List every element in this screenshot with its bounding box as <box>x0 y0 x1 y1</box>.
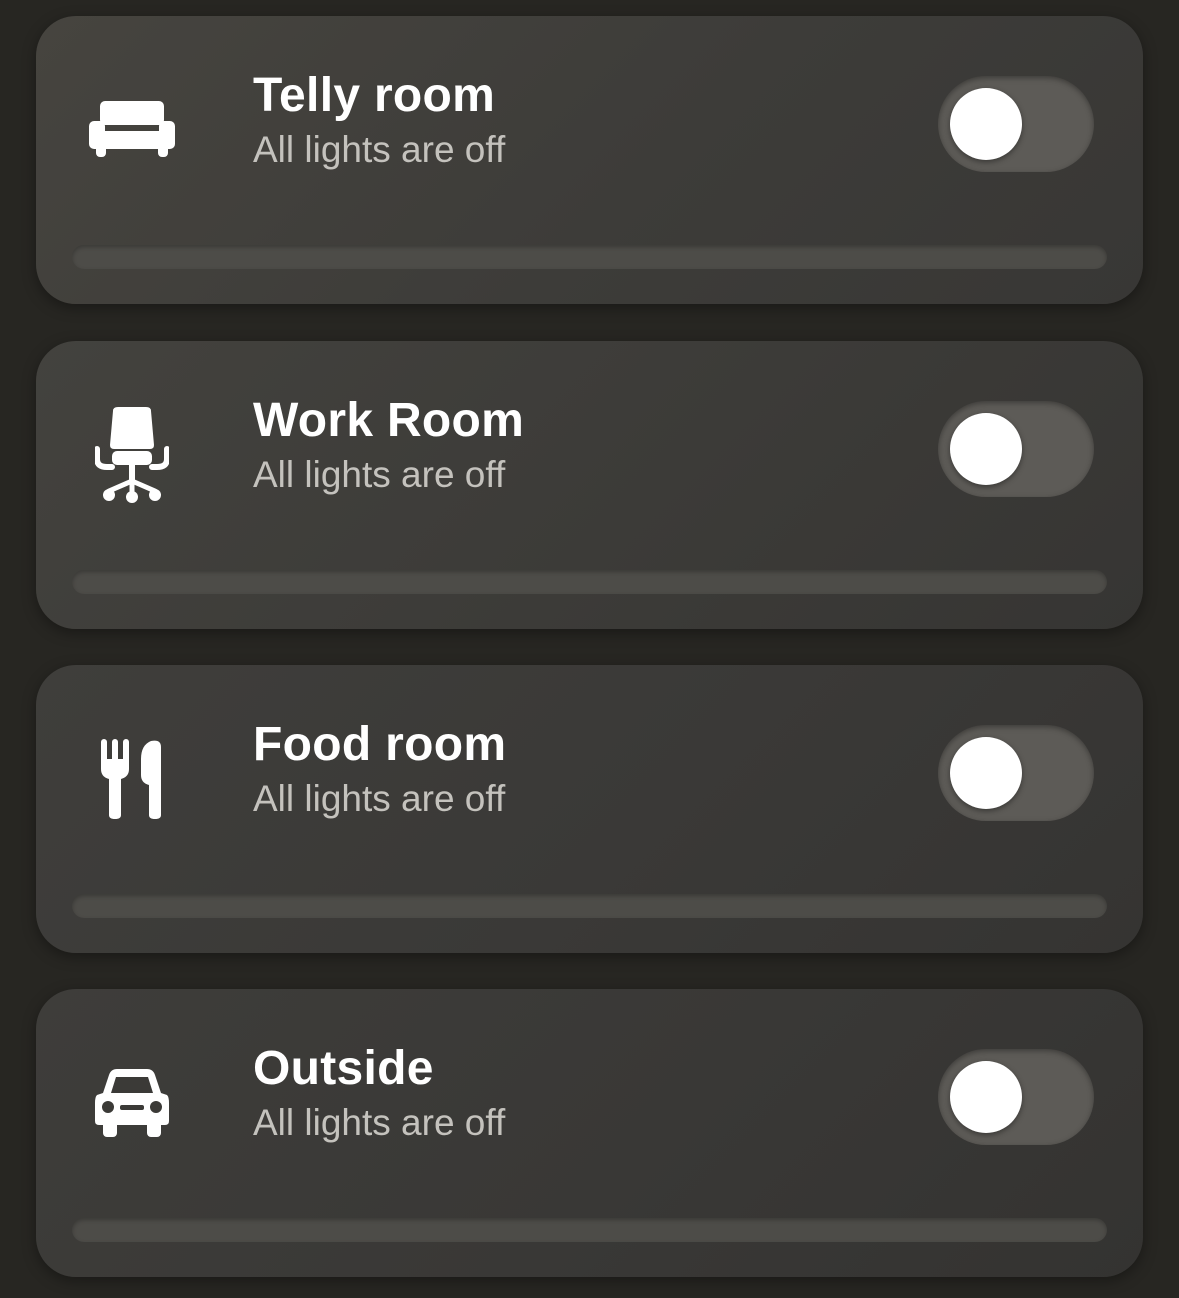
toggle-knob <box>950 413 1022 485</box>
fork-knife-icon <box>88 735 176 823</box>
car-icon <box>88 1059 176 1147</box>
room-status: All lights are off <box>253 129 506 170</box>
room-power-toggle[interactable] <box>938 401 1094 497</box>
room-card-work-room[interactable]: Work Room All lights are off <box>36 341 1143 629</box>
room-power-toggle[interactable] <box>938 76 1094 172</box>
office-chair-icon <box>88 407 176 503</box>
room-power-toggle[interactable] <box>938 725 1094 821</box>
room-status: All lights are off <box>253 778 506 819</box>
toggle-knob <box>950 88 1022 160</box>
room-list: Telly room All lights are off Work Room … <box>0 0 1179 1298</box>
room-card-outside[interactable]: Outside All lights are off <box>36 989 1143 1277</box>
room-status: All lights are off <box>253 1102 506 1143</box>
room-name: Food room <box>253 718 507 771</box>
room-card-food-room[interactable]: Food room All lights are off <box>36 665 1143 953</box>
room-name: Telly room <box>253 69 496 122</box>
brightness-slider[interactable] <box>72 245 1107 269</box>
room-card-telly-room[interactable]: Telly room All lights are off <box>36 16 1143 304</box>
toggle-knob <box>950 737 1022 809</box>
sofa-icon <box>88 86 176 174</box>
brightness-slider[interactable] <box>72 570 1107 594</box>
room-name: Outside <box>253 1042 434 1095</box>
room-power-toggle[interactable] <box>938 1049 1094 1145</box>
toggle-knob <box>950 1061 1022 1133</box>
brightness-slider[interactable] <box>72 894 1107 918</box>
room-status: All lights are off <box>253 454 506 495</box>
brightness-slider[interactable] <box>72 1218 1107 1242</box>
room-name: Work Room <box>253 394 525 447</box>
